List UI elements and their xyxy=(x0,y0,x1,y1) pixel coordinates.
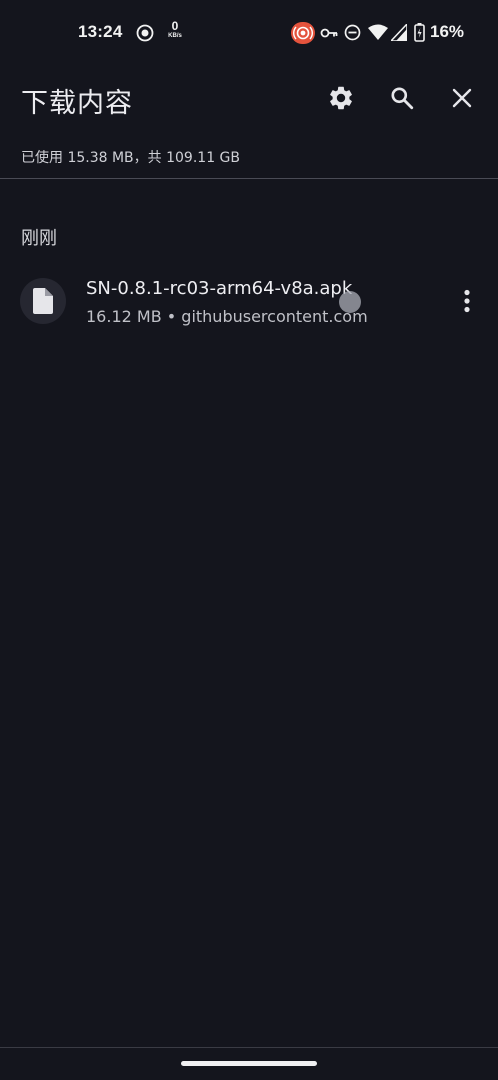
vpn-key-icon xyxy=(320,28,338,38)
page-title: 下载内容 xyxy=(21,88,133,119)
do-not-disturb-icon xyxy=(344,24,361,41)
section-header: 刚刚 xyxy=(21,228,57,249)
screen-record-icon xyxy=(136,24,154,42)
search-icon xyxy=(391,87,414,110)
settings-button[interactable] xyxy=(321,78,361,118)
status-time: 13:24 xyxy=(78,22,123,41)
more-options-button[interactable] xyxy=(452,286,482,316)
storage-summary: 已使用 15.38 MB，共 109.11 GB xyxy=(21,150,241,166)
cell-signal-icon xyxy=(391,24,407,41)
gesture-nav-handle[interactable] xyxy=(181,1061,317,1066)
download-filename: SN-0.8.1-rc03-arm64-v8a.apk xyxy=(86,278,353,299)
nav-divider xyxy=(0,1047,498,1048)
network-speed-value: 0 xyxy=(171,19,179,33)
battery-icon xyxy=(414,23,425,42)
network-speed-unit: KB/s xyxy=(168,33,182,39)
battery-percent: 16% xyxy=(430,22,465,41)
status-bar: 13:24 0 KB/s 16% xyxy=(0,0,498,64)
network-speed: 0 KB/s xyxy=(164,20,186,46)
header-divider xyxy=(0,178,498,179)
download-meta: 16.12 MB • githubusercontent.com xyxy=(86,307,368,326)
close-button[interactable] xyxy=(442,78,482,118)
search-button[interactable] xyxy=(382,78,422,118)
cast-icon xyxy=(291,22,315,44)
gear-icon xyxy=(330,86,352,110)
wifi-icon xyxy=(368,24,388,40)
more-vert-icon xyxy=(464,289,470,313)
close-icon xyxy=(452,88,472,108)
file-thumbnail xyxy=(20,278,66,324)
download-item[interactable]: SN-0.8.1-rc03-arm64-v8a.apk 16.12 MB • g… xyxy=(0,264,498,340)
file-icon xyxy=(33,288,53,314)
app-bar: 下载内容 xyxy=(0,64,498,134)
touch-indicator xyxy=(339,291,361,313)
